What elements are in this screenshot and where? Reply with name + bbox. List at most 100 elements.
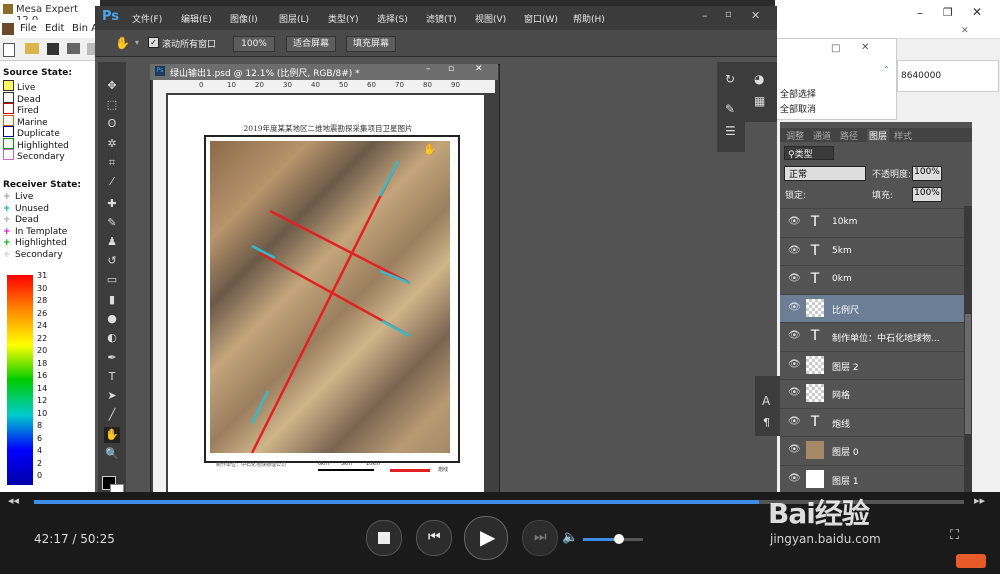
hand-tool-icon[interactable]: ✋	[115, 36, 130, 50]
fill-screen-button[interactable]: 填充屏幕	[346, 36, 396, 52]
zoom-100-button[interactable]: 100%	[233, 36, 275, 52]
close-icon[interactable]: ✕	[475, 64, 483, 74]
blur-tool-icon[interactable]: ●	[104, 311, 120, 327]
layer-row[interactable]: 👁 T 炮线	[780, 407, 964, 437]
eye-icon[interactable]: 👁	[788, 416, 801, 427]
marquee-tool-icon[interactable]: ⬚	[104, 97, 120, 113]
move-tool-icon[interactable]: ✥	[104, 78, 120, 94]
layer-row[interactable]: 👁 图层 0	[780, 436, 964, 465]
mesa-menu-edit[interactable]: Edit	[45, 23, 64, 34]
rewind-icon[interactable]: ◂◂	[8, 494, 19, 507]
menu-select-all[interactable]: 全部选择	[780, 87, 816, 100]
dodge-tool-icon[interactable]: ◐	[104, 330, 120, 346]
save-icon[interactable]	[47, 43, 59, 55]
minimize-icon[interactable]: –	[702, 9, 708, 22]
character-panel-icon[interactable]: A	[762, 394, 770, 408]
layer-row[interactable]: 👁 网格	[780, 379, 964, 408]
layer-row[interactable]: 👁 图层 1	[780, 464, 964, 494]
print-icon[interactable]	[67, 43, 80, 54]
history-brush-icon[interactable]: ↺	[104, 253, 120, 269]
line-tool-icon[interactable]: ╱	[104, 407, 120, 423]
chevron-down-icon[interactable]: ▾	[135, 38, 139, 47]
close-icon[interactable]: ✕	[751, 9, 760, 22]
panel-tab[interactable]: 路径	[840, 129, 858, 142]
lasso-tool-icon[interactable]: ʘ	[104, 116, 120, 132]
layer-row[interactable]: 👁 T 10km	[780, 208, 964, 237]
eye-icon[interactable]: 👁	[788, 302, 801, 313]
stamp-tool-icon[interactable]: ♟	[104, 234, 120, 250]
gradient-tool-icon[interactable]: ▮	[104, 292, 120, 308]
hand-tool-icon[interactable]: ✋	[104, 427, 120, 443]
layer-row[interactable]: 👁 比例尺	[780, 293, 964, 323]
fill-input[interactable]: 100%	[912, 187, 942, 202]
scrollbar-thumb[interactable]	[965, 314, 971, 434]
maximize-icon[interactable]: ▫	[448, 64, 454, 74]
ps-menu-item[interactable]: 滤镜(T)	[426, 12, 457, 25]
eye-icon[interactable]: 👁	[788, 245, 801, 256]
maximize-icon[interactable]: □	[831, 43, 840, 54]
next-button[interactable]: ⏭	[522, 520, 558, 556]
layer-row[interactable]: 👁 T 0km	[780, 265, 964, 294]
fit-screen-button[interactable]: 适合屏幕	[286, 36, 336, 52]
ps-menu-item[interactable]: 视图(V)	[475, 12, 506, 25]
minimize-icon[interactable]: –	[917, 6, 923, 20]
brush-tool-icon[interactable]: ✎	[104, 215, 120, 231]
ps-menu-item[interactable]: 类型(Y)	[328, 12, 359, 25]
scroll-all-checkbox[interactable]: ✓	[148, 37, 159, 48]
eye-icon[interactable]: 👁	[788, 444, 801, 455]
play-button[interactable]: ▶	[464, 516, 508, 560]
eye-icon[interactable]: 👁	[788, 473, 801, 484]
ps-menu-item[interactable]: 帮助(H)	[573, 12, 605, 25]
close-icon[interactable]: ✕	[961, 26, 969, 36]
history-panel-icon[interactable]: ↻	[725, 72, 735, 86]
volume-track[interactable]	[583, 534, 643, 544]
ps-menu-item[interactable]: 选择(S)	[377, 12, 408, 25]
eye-icon[interactable]: 👁	[788, 330, 801, 341]
blend-mode-select[interactable]: 正常	[784, 166, 866, 181]
panel-tab[interactable]: 样式	[894, 129, 912, 142]
ps-menu-item[interactable]: 编辑(E)	[181, 12, 212, 25]
previous-button[interactable]: ⏮	[416, 520, 452, 556]
pen-tool-icon[interactable]: ✒	[104, 350, 120, 366]
panel-tab[interactable]: 通道	[813, 129, 831, 142]
color-panel-icon[interactable]: ◕	[754, 72, 764, 86]
path-select-icon[interactable]: ➤	[104, 388, 120, 404]
open-folder-icon[interactable]	[25, 43, 39, 54]
ps-menu-item[interactable]: 图像(I)	[230, 12, 258, 25]
magic-wand-icon[interactable]: ✲	[104, 136, 120, 152]
paragraph-panel-icon[interactable]: ¶	[763, 416, 770, 429]
ps-menu-item[interactable]: 窗口(W)	[524, 12, 558, 25]
maximize-icon[interactable]: ❐	[943, 6, 953, 19]
eye-icon[interactable]: 👁	[788, 216, 801, 227]
eye-icon[interactable]: 👁	[788, 387, 801, 398]
healing-brush-icon[interactable]: ✚	[104, 196, 120, 212]
type-tool-icon[interactable]: T	[104, 369, 120, 385]
menu-deselect-all[interactable]: 全部取消	[780, 102, 816, 115]
crop-tool-icon[interactable]: ⌗	[104, 155, 120, 171]
properties-panel-icon[interactable]: ☰	[725, 124, 736, 138]
close-icon[interactable]: ✕	[972, 5, 982, 19]
chevron-up-icon[interactable]: ⌃	[883, 65, 890, 74]
mesa-menu-file[interactable]: File	[20, 23, 37, 34]
brush-panel-icon[interactable]: ✎	[725, 102, 735, 116]
zoom-tool-icon[interactable]: 🔍	[104, 446, 120, 462]
panel-tab[interactable]: 图层	[867, 129, 890, 142]
panel-tab[interactable]: 调整	[786, 129, 804, 142]
layer-row[interactable]: 👁 T 5km	[780, 236, 964, 266]
eyedropper-icon[interactable]: ⁄	[104, 174, 120, 190]
eraser-tool-icon[interactable]: ▭	[104, 272, 120, 288]
fullscreen-icon[interactable]: ⛶	[950, 528, 959, 543]
layers-scrollbar[interactable]	[964, 206, 972, 494]
minimize-icon[interactable]: –	[426, 64, 431, 74]
ps-menu-item[interactable]: 文件(F)	[132, 12, 162, 25]
swatches-panel-icon[interactable]: ▦	[754, 94, 765, 108]
document-canvas[interactable]: 2019年度某某地区二维地震勘探采集项目卫星图片 ✋ 制作单位：中石化地球物理公…	[168, 95, 484, 495]
stop-button[interactable]	[366, 520, 402, 556]
close-icon[interactable]: ✕	[861, 42, 869, 53]
eye-icon[interactable]: 👁	[788, 273, 801, 284]
eye-icon[interactable]: 👁	[788, 359, 801, 370]
opacity-input[interactable]: 100%	[912, 166, 942, 181]
layer-row[interactable]: 👁 图层 2	[780, 350, 964, 380]
ps-menu-item[interactable]: 图层(L)	[279, 12, 309, 25]
volume-knob[interactable]	[614, 534, 624, 544]
